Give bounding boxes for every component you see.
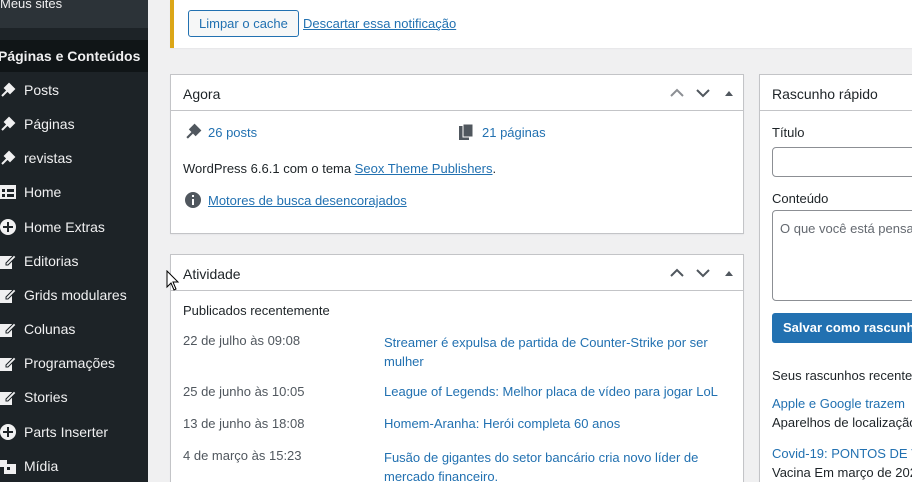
edit-icon: [0, 346, 24, 380]
sidebar-item-label: Mídia: [24, 458, 59, 474]
widget-title: Agora: [183, 86, 221, 102]
section-subtitle: Publicados recentemente: [183, 303, 330, 318]
activity-post-link[interactable]: League of Legends: Melhor placa de vídeo…: [384, 384, 718, 399]
activity-date: 13 de junho às 18:08: [183, 416, 305, 431]
sidebar-item-home[interactable]: Home: [0, 175, 148, 209]
pages-count-link[interactable]: 21 páginas: [482, 125, 546, 140]
draft-link[interactable]: Covid-19: PONTOS DE V: [772, 446, 912, 461]
theme-link[interactable]: Seox Theme Publishers: [355, 161, 493, 176]
plus-circle-icon: [0, 415, 24, 449]
widget-title: Atividade: [183, 266, 241, 282]
edit-icon: [0, 312, 24, 346]
pushpin-icon: [185, 123, 202, 143]
pages-icon: [459, 123, 474, 143]
sidebar-item-label: Stories: [24, 389, 68, 405]
activity-post-link[interactable]: Streamer é expulsa de partida de Counter…: [384, 333, 708, 371]
wp-version-text: WordPress 6.6.1 com o tema Seox Theme Pu…: [183, 161, 496, 176]
edit-icon: [0, 278, 24, 312]
post-title-line: Streamer é expulsa de partida de Counter…: [384, 335, 708, 350]
chevron-up-icon[interactable]: [668, 264, 686, 282]
sidebar-item-label: Home: [24, 184, 62, 200]
widget-header: Rascunho rápido: [760, 75, 912, 111]
sidebar-item-midia[interactable]: Mídia: [0, 449, 148, 482]
sidebar-item-label: Colunas: [24, 321, 76, 337]
save-draft-button[interactable]: Salvar como rascunho: [772, 313, 912, 343]
admin-sidebar: Meus sites Páginas e Conteúdos Posts Pág…: [0, 0, 148, 482]
post-title-line: mercado financeiro.: [384, 469, 499, 482]
widget-header: Agora: [171, 75, 743, 111]
sidebar-item-label: Home Extras: [24, 219, 105, 235]
draft-content-textarea[interactable]: O que você está pensando?: [772, 210, 912, 301]
activity-date: 22 de julho às 09:08: [183, 333, 301, 348]
info-icon: [185, 192, 201, 211]
sidebar-group-pages-content[interactable]: Páginas e Conteúdos: [0, 40, 148, 72]
post-title-line: Fusão de gigantes do setor bancário cria…: [384, 450, 699, 465]
pushpin-icon: [0, 107, 24, 141]
draft-link[interactable]: Apple e Google trazem: [772, 396, 905, 411]
at-a-glance-widget: Agora 26 posts 21 páginas WordPress 6.6.…: [170, 74, 744, 234]
toggle-panel-icon[interactable]: [720, 264, 738, 282]
sidebar-item-label: Parts Inserter: [24, 424, 109, 440]
sidebar-item-label: Páginas: [24, 116, 75, 132]
grid-icon: [0, 175, 24, 209]
draft-excerpt: Aparelhos de localização: [772, 415, 912, 430]
sidebar-item-pages[interactable]: Páginas: [0, 107, 148, 141]
cache-notice: Limpar o cache Descartar essa notificaçã…: [170, 0, 912, 48]
sidebar-item-label: Meus sites: [0, 0, 63, 11]
sidebar-item-label: revistas: [24, 150, 73, 166]
clear-cache-button[interactable]: Limpar o cache: [188, 10, 299, 37]
sidebar-item-colunas[interactable]: Colunas: [0, 312, 148, 346]
media-icon: [0, 449, 24, 482]
activity-widget: Atividade Publicados recentemente 22 de …: [170, 254, 744, 482]
activity-date: 25 de junho às 10:05: [183, 384, 305, 399]
sidebar-item-my-sites[interactable]: Meus sites: [0, 0, 148, 28]
draft-excerpt: Vacina Em março de 202: [772, 465, 912, 480]
sidebar-item-stories[interactable]: Stories: [0, 380, 148, 414]
sidebar-item-label: Programações: [24, 355, 116, 371]
sidebar-item-parts-inserter[interactable]: Parts Inserter: [0, 415, 148, 449]
sidebar-item-grids-modulares[interactable]: Grids modulares: [0, 278, 148, 312]
version-suffix: .: [492, 161, 497, 176]
sidebar-item-posts[interactable]: Posts: [0, 73, 148, 107]
edit-icon: [0, 244, 24, 278]
sidebar-item-label: Editorias: [24, 253, 79, 269]
plus-circle-icon: [0, 210, 24, 244]
toggle-panel-icon[interactable]: [720, 84, 738, 102]
sidebar-group-label: Páginas e Conteúdos: [0, 48, 141, 64]
quick-draft-widget: Rascunho rápido Título Conteúdo O que vo…: [759, 74, 912, 482]
draft-title-input[interactable]: [772, 147, 912, 177]
sidebar-item-label: Grids modulares: [24, 287, 127, 303]
chevron-down-icon[interactable]: [694, 84, 712, 102]
widget-title: Rascunho rápido: [772, 86, 878, 102]
edit-icon: [0, 380, 24, 414]
version-prefix: WordPress 6.6.1 com o tema: [183, 161, 355, 176]
title-label: Título: [772, 125, 805, 140]
sidebar-item-label: Posts: [24, 82, 60, 98]
pushpin-icon: [0, 141, 24, 175]
activity-date: 4 de março às 15:23: [183, 448, 302, 463]
widget-header: Atividade: [171, 255, 743, 291]
recent-drafts-heading: Seus rascunhos recentes: [772, 368, 912, 383]
search-engines-link[interactable]: Motores de busca desencorajados: [208, 193, 407, 208]
activity-post-link[interactable]: Homem-Aranha: Herói completa 60 anos: [384, 416, 620, 431]
mouse-cursor-icon: [166, 269, 180, 295]
chevron-down-icon[interactable]: [694, 264, 712, 282]
sidebar-item-home-extras[interactable]: Home Extras: [0, 210, 148, 244]
chevron-up-icon[interactable]: [668, 84, 686, 102]
post-title-line: mulher: [384, 354, 424, 369]
pushpin-icon: [0, 73, 24, 107]
activity-post-link[interactable]: Fusão de gigantes do setor bancário cria…: [384, 448, 698, 482]
content-label: Conteúdo: [772, 191, 829, 206]
sidebar-item-editorias[interactable]: Editorias: [0, 244, 148, 278]
sidebar-item-programacoes[interactable]: Programações: [0, 346, 148, 380]
sidebar-item-revistas[interactable]: revistas: [0, 141, 148, 175]
posts-count-link[interactable]: 26 posts: [208, 125, 257, 140]
dismiss-notice-link[interactable]: Descartar essa notificação: [303, 16, 456, 31]
